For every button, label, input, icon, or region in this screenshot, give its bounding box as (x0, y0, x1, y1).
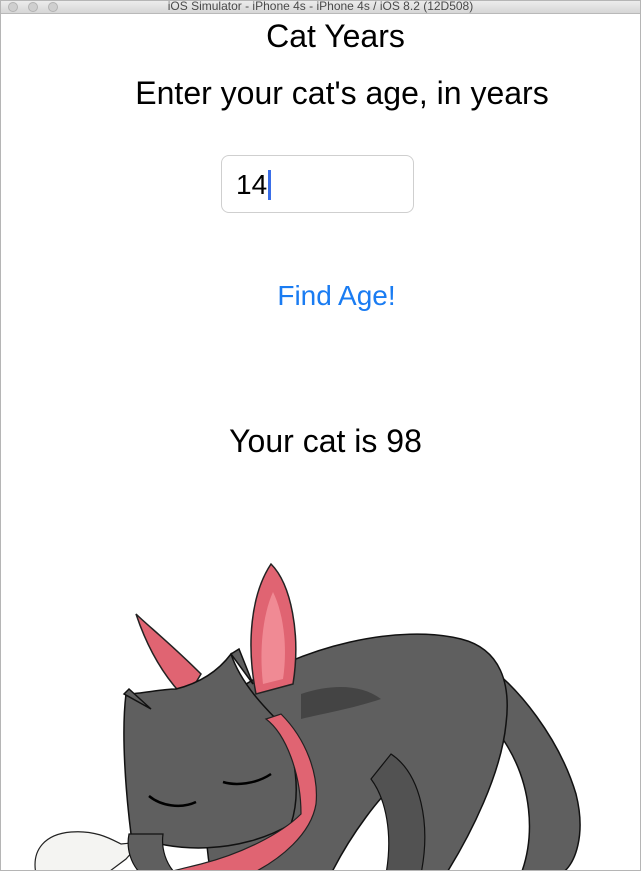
simulator-window: iOS Simulator - iPhone 4s - iPhone 4s / … (0, 0, 641, 871)
age-input-value: 14 (236, 169, 268, 200)
age-input-field[interactable]: 14 (221, 155, 414, 213)
age-prompt-label: Enter your cat's age, in years (135, 75, 549, 111)
window-title: iOS Simulator - iPhone 4s - iPhone 4s / … (167, 0, 474, 13)
cat-illustration (34, 562, 581, 870)
app-screen: Cat Years Enter your cat's age, in years… (1, 14, 640, 870)
find-age-button[interactable]: Find Age! (33, 280, 640, 312)
text-cursor (268, 169, 272, 200)
app-title: Cat Years (266, 18, 405, 54)
result-label: Your cat is 98 (229, 423, 422, 459)
window-titlebar: iOS Simulator - iPhone 4s - iPhone 4s / … (1, 1, 640, 14)
